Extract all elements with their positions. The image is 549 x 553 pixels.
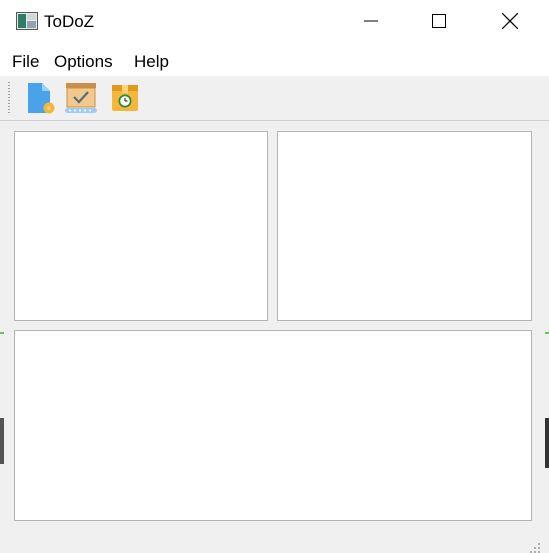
new-task-button[interactable] bbox=[22, 80, 58, 116]
background-fragment-left bbox=[0, 332, 4, 334]
top-right-panel[interactable] bbox=[277, 131, 532, 321]
completed-tasks-button[interactable] bbox=[63, 80, 99, 116]
minimize-icon bbox=[364, 20, 378, 22]
app-window: ToDoZ File Options Help bbox=[0, 0, 549, 553]
task-done-box-icon bbox=[65, 83, 97, 113]
status-strip bbox=[0, 540, 549, 553]
background-fragment-right bbox=[545, 332, 549, 334]
menu-bar: File Options Help bbox=[0, 42, 549, 76]
window-title: ToDoZ bbox=[44, 12, 95, 31]
maximize-button[interactable] bbox=[416, 0, 462, 42]
new-document-icon bbox=[28, 83, 55, 114]
background-fragment-right-dark bbox=[545, 418, 549, 468]
top-left-panel[interactable] bbox=[14, 131, 268, 321]
minimize-button[interactable] bbox=[348, 0, 394, 42]
close-button[interactable] bbox=[487, 0, 533, 42]
scheduled-tasks-button[interactable] bbox=[107, 80, 143, 116]
title-bar[interactable]: ToDoZ bbox=[0, 0, 549, 42]
toolbar-grip[interactable] bbox=[8, 82, 10, 114]
background-fragment-left-dark bbox=[0, 418, 4, 464]
menu-options[interactable]: Options bbox=[54, 52, 113, 72]
resize-grip-icon[interactable] bbox=[529, 540, 543, 553]
bottom-panel[interactable] bbox=[14, 330, 532, 521]
scheduled-box-icon bbox=[112, 85, 138, 111]
maximize-icon bbox=[432, 14, 446, 28]
close-icon bbox=[502, 13, 518, 29]
menu-file[interactable]: File bbox=[12, 52, 39, 72]
menu-help[interactable]: Help bbox=[134, 52, 169, 72]
app-icon bbox=[16, 12, 38, 30]
